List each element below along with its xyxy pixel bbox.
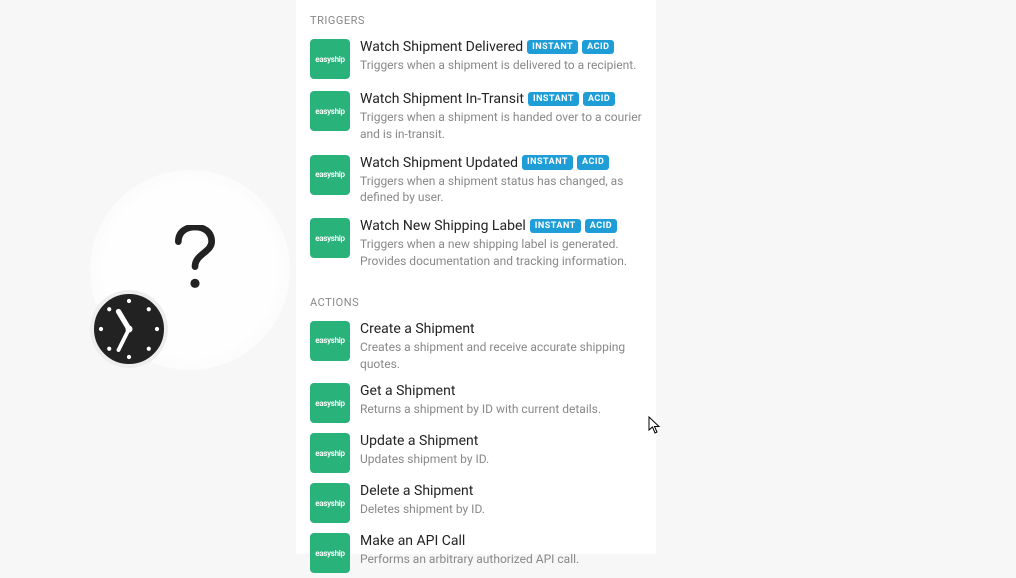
clock-icon [90,290,168,368]
action-item-make-an-api-call[interactable]: easyship Make an API Call Performs an ar… [296,528,656,578]
acid-badge: ACID [577,155,609,170]
item-description: Updates shipment by ID. [360,451,642,468]
item-title: Watch New Shipping Label [360,218,526,234]
item-title: Watch Shipment Delivered [360,39,523,55]
question-mark-icon [170,225,220,300]
triggers-section-header: TRIGGERS [296,10,656,33]
item-description: Triggers when a shipment status has chan… [360,173,642,207]
item-title: Create a Shipment [360,321,475,337]
item-description: Triggers when a shipment is delivered to… [360,57,642,74]
module-picker-panel: TRIGGERS easyship Watch Shipment Deliver… [296,0,656,554]
instant-badge: INSTANT [527,40,578,55]
item-title: Watch Shipment Updated [360,155,518,171]
item-description: Deletes shipment by ID. [360,501,642,518]
action-item-create-a-shipment[interactable]: easyship Create a Shipment Creates a shi… [296,315,656,379]
item-title: Watch Shipment In-Transit [360,91,524,107]
item-description: Creates a shipment and receive accurate … [360,339,642,373]
easyship-icon: easyship [310,533,350,573]
instant-badge: INSTANT [522,155,573,170]
item-description: Triggers when a new shipping label is ge… [360,236,642,270]
item-title: Get a Shipment [360,383,455,399]
trigger-item-watch-shipment-in-transit[interactable]: easyship Watch Shipment In-Transit INSTA… [296,85,656,149]
easyship-icon: easyship [310,155,350,195]
easyship-icon: easyship [310,218,350,258]
item-description: Returns a shipment by ID with current de… [360,401,642,418]
trigger-item-watch-new-shipping-label[interactable]: easyship Watch New Shipping Label INSTAN… [296,212,656,276]
item-title: Delete a Shipment [360,483,473,499]
trigger-item-watch-shipment-delivered[interactable]: easyship Watch Shipment Delivered INSTAN… [296,33,656,85]
empty-state-illustration [90,170,290,370]
easyship-icon: easyship [310,91,350,131]
easyship-icon: easyship [310,39,350,79]
easyship-icon: easyship [310,383,350,423]
action-item-delete-a-shipment[interactable]: easyship Delete a Shipment Deletes shipm… [296,478,656,528]
item-title: Make an API Call [360,533,465,549]
easyship-icon: easyship [310,433,350,473]
acid-badge: ACID [583,92,615,107]
item-description: Triggers when a shipment is handed over … [360,109,642,143]
easyship-icon: easyship [310,321,350,361]
instant-badge: INSTANT [528,92,579,107]
acid-badge: ACID [582,40,614,55]
acid-badge: ACID [585,219,617,234]
cursor-icon [648,416,662,434]
item-title: Update a Shipment [360,433,478,449]
action-item-get-a-shipment[interactable]: easyship Get a Shipment Returns a shipme… [296,378,656,428]
action-item-update-a-shipment[interactable]: easyship Update a Shipment Updates shipm… [296,428,656,478]
instant-badge: INSTANT [530,219,581,234]
trigger-item-watch-shipment-updated[interactable]: easyship Watch Shipment Updated INSTANT … [296,149,656,213]
actions-section-header: ACTIONS [296,292,656,315]
easyship-icon: easyship [310,483,350,523]
